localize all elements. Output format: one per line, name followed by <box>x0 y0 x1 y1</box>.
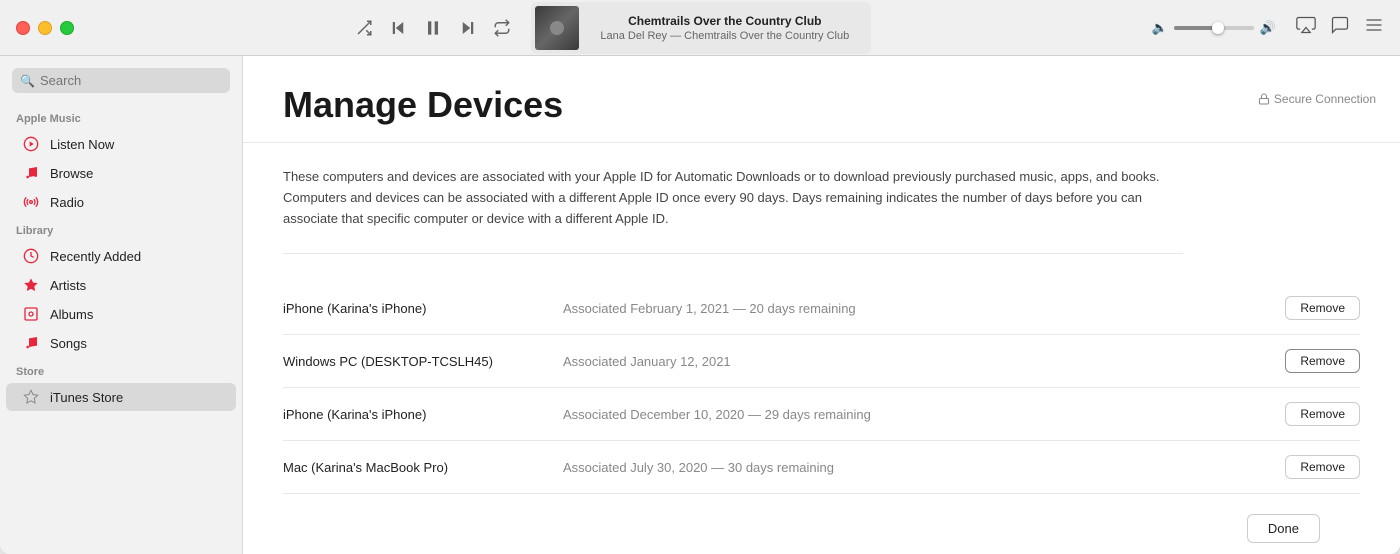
maximize-button[interactable] <box>60 21 74 35</box>
pause-button[interactable] <box>423 18 443 38</box>
listen-now-icon <box>22 135 40 153</box>
radio-icon <box>22 193 40 211</box>
content-header: Manage Devices Secure Connection <box>243 56 1400 143</box>
sidebar-item-listen-now[interactable]: Listen Now <box>6 130 236 158</box>
volume-slider[interactable] <box>1174 26 1254 30</box>
queue-button[interactable] <box>1364 15 1384 40</box>
volume-control: 🔈 🔊 <box>1152 20 1276 36</box>
repeat-button[interactable] <box>493 19 511 37</box>
device-name-2: Windows PC (DESKTOP-TCSLH45) <box>283 354 563 369</box>
done-button[interactable]: Done <box>1247 514 1320 543</box>
device-status-2: Associated January 12, 2021 <box>563 354 1285 369</box>
volume-max-icon: 🔊 <box>1260 20 1276 36</box>
now-playing-title: Chemtrails Over the Country Club <box>589 14 861 28</box>
now-playing-artist: Lana Del Rey — Chemtrails Over the Count… <box>589 30 861 42</box>
secure-connection-label: Secure Connection <box>1274 92 1376 106</box>
remove-button-1[interactable]: Remove <box>1285 296 1360 320</box>
shuffle-button[interactable] <box>355 19 373 37</box>
search-input[interactable] <box>12 68 230 93</box>
app-body: 🔍 Apple Music Listen Now <box>0 56 1400 554</box>
sidebar-item-browse[interactable]: Browse <box>6 159 236 187</box>
sidebar-item-label-songs: Songs <box>50 336 87 351</box>
album-art <box>535 6 579 50</box>
artists-icon <box>22 276 40 294</box>
recently-added-icon <box>22 247 40 265</box>
sidebar-item-label-browse: Browse <box>50 166 93 181</box>
titlebar-center: Chemtrails Over the Country Club Lana De… <box>94 2 1132 54</box>
sidebar-item-songs[interactable]: Songs <box>6 329 236 357</box>
itunes-store-icon <box>22 388 40 406</box>
content-body: These computers and devices are associat… <box>243 143 1400 554</box>
remove-button-2[interactable]: Remove <box>1285 349 1360 373</box>
sidebar-section-library: Library <box>0 217 242 241</box>
sidebar-item-albums[interactable]: Albums <box>6 300 236 328</box>
table-row: iPhone (Karina's iPhone) Associated Dece… <box>283 388 1360 441</box>
device-status-3: Associated December 10, 2020 — 29 days r… <box>563 407 1285 422</box>
sidebar-search-container: 🔍 <box>12 68 230 93</box>
device-status-1: Associated February 1, 2021 — 20 days re… <box>563 301 1285 316</box>
main-content: Manage Devices Secure Connection These c… <box>243 56 1400 554</box>
sidebar-item-label-recently-added: Recently Added <box>50 249 141 264</box>
search-icon: 🔍 <box>20 74 35 88</box>
table-row: Mac (Karina's MacBook Pro) Associated Ju… <box>283 441 1360 494</box>
browse-icon <box>22 164 40 182</box>
description-text: These computers and devices are associat… <box>283 167 1183 254</box>
sidebar-item-label-radio: Radio <box>50 195 84 210</box>
done-section: Done <box>283 494 1360 554</box>
volume-mute-icon: 🔈 <box>1152 20 1168 36</box>
sidebar-section-store: Store <box>0 358 242 382</box>
sidebar: 🔍 Apple Music Listen Now <box>0 56 243 554</box>
sidebar-item-label-listen-now: Listen Now <box>50 137 114 152</box>
songs-icon <box>22 334 40 352</box>
titlebar-right <box>1296 15 1384 40</box>
airplay-button[interactable] <box>1296 15 1316 40</box>
page-title: Manage Devices <box>283 84 1360 126</box>
sidebar-item-itunes-store[interactable]: iTunes Store <box>6 383 236 411</box>
device-name-3: iPhone (Karina's iPhone) <box>283 407 563 422</box>
now-playing-info: Chemtrails Over the Country Club Lana De… <box>589 14 861 42</box>
sidebar-section-apple-music: Apple Music <box>0 105 242 129</box>
remove-button-4[interactable]: Remove <box>1285 455 1360 479</box>
remove-button-3[interactable]: Remove <box>1285 402 1360 426</box>
sidebar-item-radio[interactable]: Radio <box>6 188 236 216</box>
titlebar: Chemtrails Over the Country Club Lana De… <box>0 0 1400 56</box>
secure-connection: Secure Connection <box>1258 92 1376 106</box>
sidebar-item-artists[interactable]: Artists <box>6 271 236 299</box>
sidebar-item-label-artists: Artists <box>50 278 86 293</box>
rewind-button[interactable] <box>389 19 407 37</box>
albums-icon <box>22 305 40 323</box>
close-button[interactable] <box>16 21 30 35</box>
lock-icon <box>1258 93 1270 105</box>
table-row: iPhone (Karina's iPhone) Associated Febr… <box>283 282 1360 335</box>
traffic-lights <box>16 21 74 35</box>
lyrics-button[interactable] <box>1330 15 1350 40</box>
device-status-4: Associated July 30, 2020 — 30 days remai… <box>563 460 1285 475</box>
device-name-4: Mac (Karina's MacBook Pro) <box>283 460 563 475</box>
minimize-button[interactable] <box>38 21 52 35</box>
forward-button[interactable] <box>459 19 477 37</box>
sidebar-item-label-itunes-store: iTunes Store <box>50 390 123 405</box>
sidebar-item-label-albums: Albums <box>50 307 93 322</box>
sidebar-item-recently-added[interactable]: Recently Added <box>6 242 236 270</box>
device-name-1: iPhone (Karina's iPhone) <box>283 301 563 316</box>
transport-controls <box>355 18 511 38</box>
table-row: Windows PC (DESKTOP-TCSLH45) Associated … <box>283 335 1360 388</box>
app-window: Chemtrails Over the Country Club Lana De… <box>0 0 1400 554</box>
now-playing: Chemtrails Over the Country Club Lana De… <box>531 2 871 54</box>
